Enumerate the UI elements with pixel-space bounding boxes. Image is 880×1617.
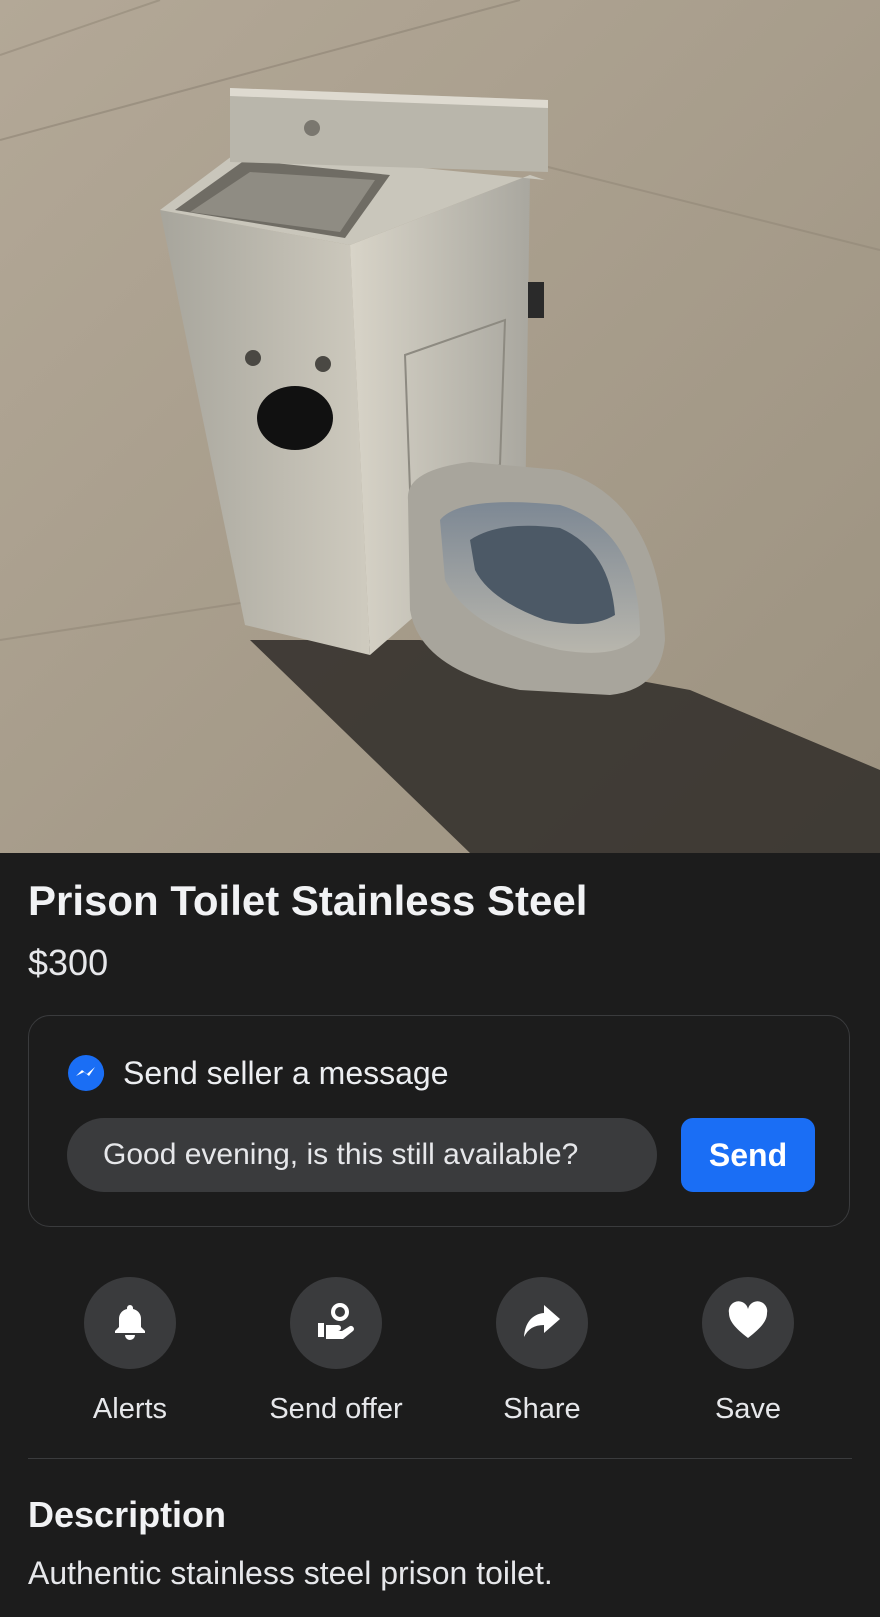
listing-title: Prison Toilet Stainless Steel [28,877,588,924]
save-label: Save [714,1393,782,1425]
description-text: Authentic stainless steel prison toilet. [28,1555,553,1591]
share-arrow-icon [520,1299,564,1348]
bell-icon [110,1301,150,1346]
message-heading: Send seller a message [123,1055,449,1091]
share-circle[interactable] [496,1277,588,1369]
message-seller-card: Send seller a message Send [28,1015,850,1227]
send-offer-icon [314,1299,358,1348]
save-button[interactable]: Save [658,1277,838,1426]
message-input[interactable] [67,1118,657,1192]
heart-icon [727,1300,769,1346]
messenger-icon [67,1054,105,1092]
send-offer-label: Send offer [269,1393,403,1425]
listing-price: $300 [28,942,109,983]
send-offer-button[interactable]: Send offer [246,1277,426,1426]
description-heading: Description [28,1494,227,1535]
alerts-label: Alerts [92,1393,168,1425]
divider [28,1458,852,1459]
action-bar: Alerts Send offer Share Save [0,1277,880,1425]
alerts-circle[interactable] [84,1277,176,1369]
share-button[interactable]: Share [452,1277,632,1426]
share-label: Share [503,1393,581,1425]
listing-photo[interactable] [0,0,880,853]
send-button[interactable]: Send [681,1118,815,1192]
send-offer-circle[interactable] [290,1277,382,1369]
save-circle[interactable] [702,1277,794,1369]
alerts-button[interactable]: Alerts [40,1277,220,1426]
